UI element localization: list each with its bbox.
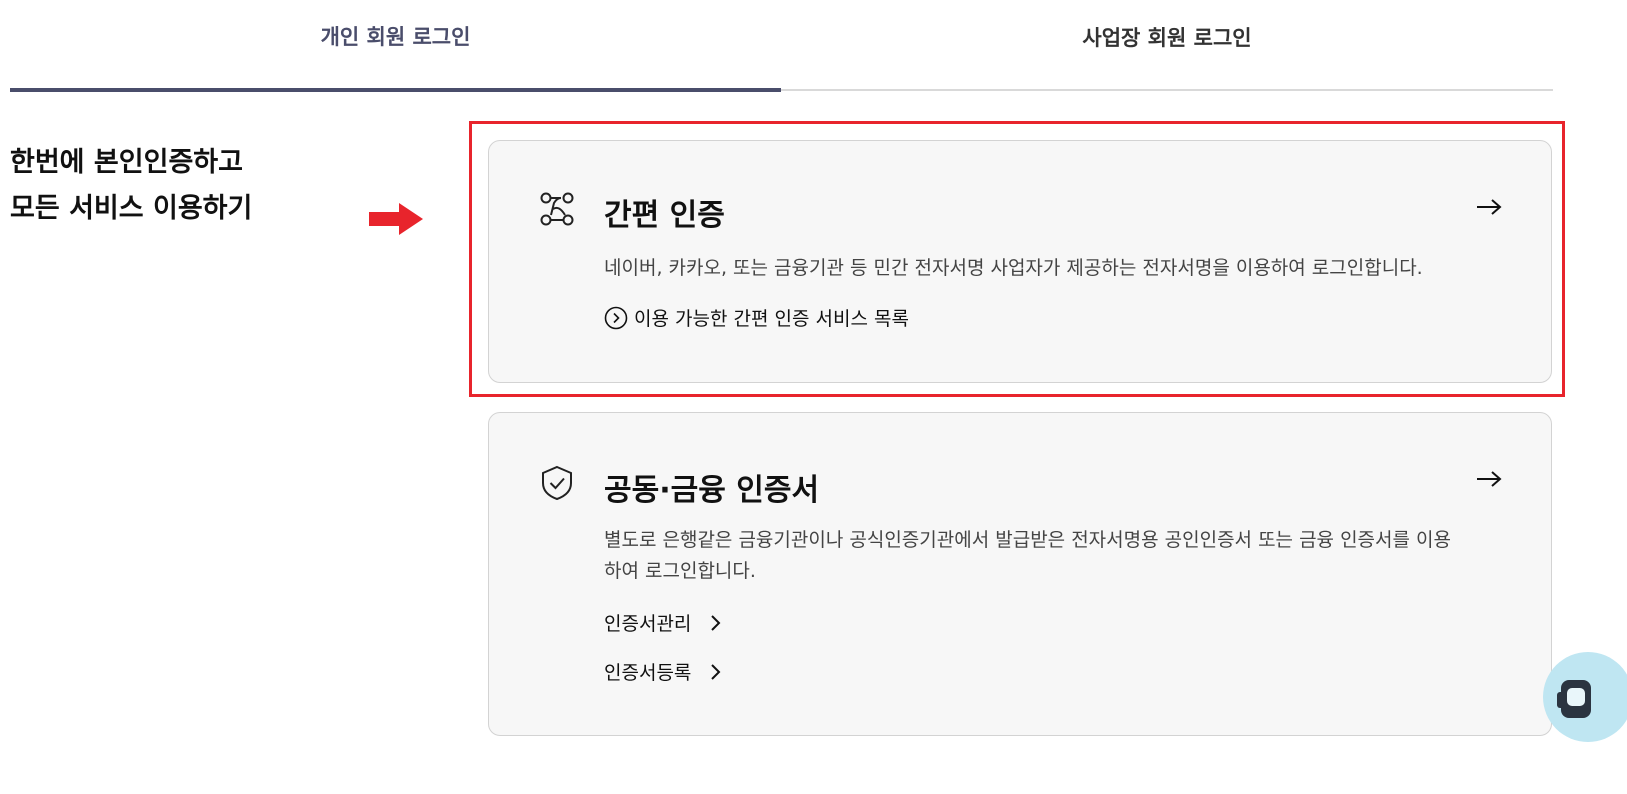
cert-auth-description: 별도로 은행같은 금융기관이나 공식인증기관에서 발급받은 전자서명용 공인인증… xyxy=(604,529,1451,582)
login-tabs: 개인 회원 로그인 사업장 회원 로그인 xyxy=(10,0,1553,92)
cert-manage-label: 인증서관리 xyxy=(604,613,692,635)
cert-auth-card[interactable]: 공동·금융 인증서 별도로 은행같은 금융기관이나 공식인증기관에서 발급받은 … xyxy=(488,412,1552,736)
headline: 한번에 본인인증하고 모든 서비스 이용하기 xyxy=(10,140,350,232)
cert-register-link[interactable]: 인증서등록 xyxy=(604,658,723,685)
chevron-right-icon xyxy=(711,663,721,680)
chatbot-icon xyxy=(1557,680,1591,718)
tab-personal-login[interactable]: 개인 회원 로그인 xyxy=(10,0,781,92)
chevron-right-icon xyxy=(711,614,721,631)
arrow-right-icon[interactable] xyxy=(1475,469,1503,489)
cert-auth-title: 공동·금융 인증서 xyxy=(604,473,820,508)
cert-register-label: 인증서등록 xyxy=(604,662,692,684)
headline-line-1: 한번에 본인인증하고 xyxy=(10,147,243,178)
tab-personal-label: 개인 회원 로그인 xyxy=(320,25,471,49)
chatbot-button[interactable] xyxy=(1543,652,1627,742)
shield-check-icon xyxy=(542,465,572,501)
tab-business-label: 사업장 회원 로그인 xyxy=(1082,25,1252,50)
tab-business-login[interactable]: 사업장 회원 로그인 xyxy=(781,0,1553,91)
headline-line-2: 모든 서비스 이용하기 xyxy=(10,193,253,224)
red-arrow-icon xyxy=(369,203,423,235)
cert-manage-link[interactable]: 인증서관리 xyxy=(604,609,723,636)
highlight-box xyxy=(469,121,1565,397)
